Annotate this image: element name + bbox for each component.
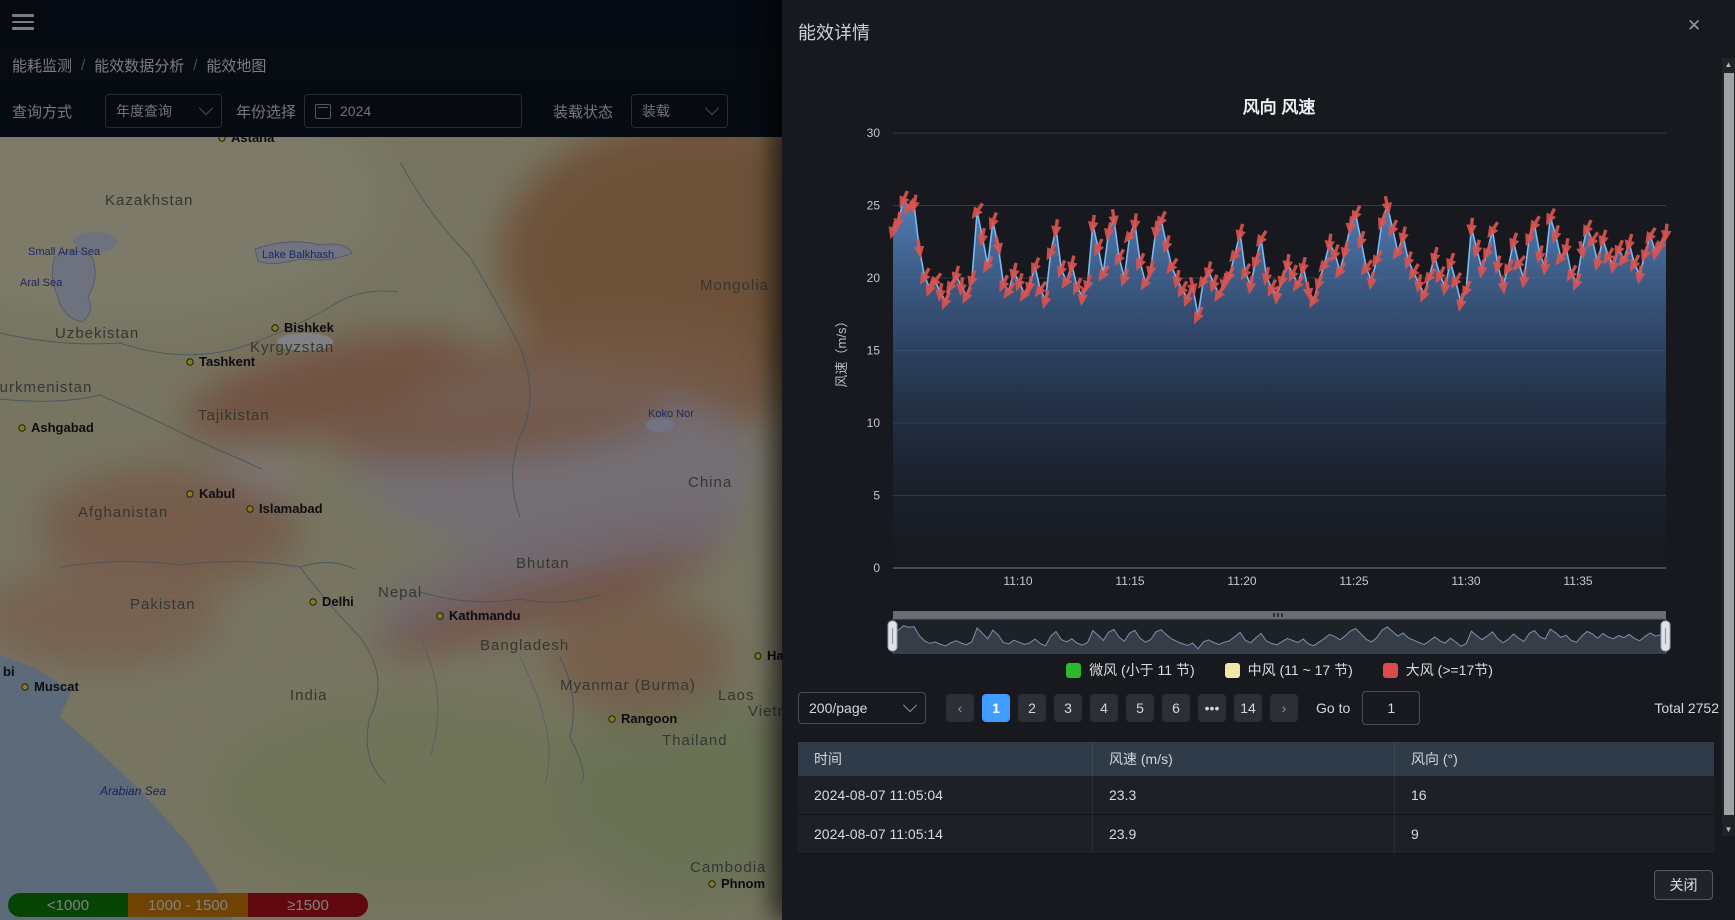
table-cell: 23.9 <box>1093 815 1395 853</box>
svg-text:5: 5 <box>873 489 880 503</box>
legend-swatch <box>1225 663 1240 678</box>
svg-text:20: 20 <box>867 271 881 285</box>
svg-text:风向 风速: 风向 风速 <box>1243 97 1316 117</box>
svg-text:11:10: 11:10 <box>1003 574 1032 588</box>
total-count: Total 2752 <box>1654 700 1719 716</box>
close-button[interactable]: 关闭 <box>1654 870 1713 900</box>
table-header-cell: 风向 (°) <box>1395 742 1714 776</box>
page-size-value: 200/page <box>809 700 867 716</box>
goto-page-input[interactable] <box>1362 691 1420 725</box>
table-header-row: 时间风速 (m/s)风向 (°) <box>798 742 1714 776</box>
next-page-button[interactable]: › <box>1270 694 1298 722</box>
svg-text:15: 15 <box>867 344 881 358</box>
svg-text:风速（m/s）: 风速（m/s） <box>834 315 849 388</box>
table-cell: 16 <box>1395 776 1714 814</box>
page-button-14[interactable]: 14 <box>1234 694 1262 722</box>
svg-text:11:20: 11:20 <box>1227 574 1256 588</box>
wind-data-table: 时间风速 (m/s)风向 (°) 2024-08-07 11:05:0423.3… <box>798 742 1714 854</box>
legend-label: 大风 (>=17节) <box>1406 660 1493 680</box>
drawer-close-icon[interactable]: ✕ <box>1687 16 1701 36</box>
chart-legend: 微风 (小于 11 节) 中风 (11 ~ 17 节) 大风 (>=17节) <box>893 657 1666 683</box>
table-header-cell: 时间 <box>798 742 1093 776</box>
svg-text:10: 10 <box>867 416 881 430</box>
wind-chart[interactable]: 风向 风速风速（m/s） 0 5 10 15 20 25 30 11:10 11:15 11:20 1… <box>782 0 1735 660</box>
legend-label: 中风 (11 ~ 17 节) <box>1248 660 1353 680</box>
page-button-4[interactable]: 4 <box>1090 694 1118 722</box>
scrollbar-up-arrow[interactable]: ▲ <box>1722 58 1735 71</box>
scrollbar-down-arrow[interactable]: ▼ <box>1722 823 1735 836</box>
page-button-3[interactable]: 3 <box>1054 694 1082 722</box>
page-button-6[interactable]: 6 <box>1162 694 1190 722</box>
table-row[interactable]: 2024-08-07 11:05:1423.99 <box>798 815 1714 854</box>
table-body: 2024-08-07 11:05:0423.3162024-08-07 11:0… <box>798 776 1714 854</box>
chart-legend-item[interactable]: 微风 (小于 11 节) <box>1066 660 1195 680</box>
drawer-title: 能效详情 <box>798 19 870 45</box>
modal-dim-overlay[interactable] <box>0 0 782 920</box>
chevron-down-icon <box>903 698 917 712</box>
table-row[interactable]: 2024-08-07 11:05:0423.316 <box>798 776 1714 815</box>
application-window: 能耗监测 / 能效数据分析 / 能效地图 查询方式 年度查询 年份选择 2024… <box>0 0 1735 920</box>
table-cell: 23.3 <box>1093 776 1395 814</box>
table-header-cell: 风速 (m/s) <box>1093 742 1395 776</box>
table-cell: 2024-08-07 11:05:04 <box>798 776 1093 814</box>
main-app-area: 能耗监测 / 能效数据分析 / 能效地图 查询方式 年度查询 年份选择 2024… <box>0 0 782 920</box>
svg-text:0: 0 <box>873 561 880 575</box>
svg-text:11:25: 11:25 <box>1339 574 1368 588</box>
svg-text:11:15: 11:15 <box>1115 574 1144 588</box>
more-pages-button[interactable]: ••• <box>1198 694 1226 722</box>
svg-text:11:35: 11:35 <box>1563 574 1592 588</box>
svg-text:30: 30 <box>867 126 881 140</box>
page-button-5[interactable]: 5 <box>1126 694 1154 722</box>
pagination-bar: 200/page ‹ 123456 ••• 14 › Go to Total 275… <box>798 692 1719 724</box>
page-size-select[interactable]: 200/page <box>798 692 926 724</box>
page-button-1[interactable]: 1 <box>982 694 1010 722</box>
legend-swatch <box>1383 663 1398 678</box>
chart-legend-item[interactable]: 中风 (11 ~ 17 节) <box>1225 660 1353 680</box>
svg-text:11:30: 11:30 <box>1451 574 1480 588</box>
scrollbar-thumb[interactable] <box>1724 73 1734 815</box>
vertical-scrollbar[interactable]: ▲ ▼ <box>1722 58 1735 836</box>
goto-label: Go to <box>1316 700 1350 716</box>
page-button-2[interactable]: 2 <box>1018 694 1046 722</box>
svg-text:25: 25 <box>867 199 881 213</box>
page-number-buttons: 123456 ••• 14 <box>982 694 1262 722</box>
legend-swatch <box>1066 663 1081 678</box>
detail-drawer: 能效详情 ✕ 风向 风速风速（m/s）05101520253011:1011:1… <box>782 0 1735 920</box>
chart-legend-item[interactable]: 大风 (>=17节) <box>1383 660 1493 680</box>
table-cell: 9 <box>1395 815 1714 853</box>
prev-page-button[interactable]: ‹ <box>946 694 974 722</box>
legend-label: 微风 (小于 11 节) <box>1089 660 1195 680</box>
table-cell: 2024-08-07 11:05:14 <box>798 815 1093 853</box>
